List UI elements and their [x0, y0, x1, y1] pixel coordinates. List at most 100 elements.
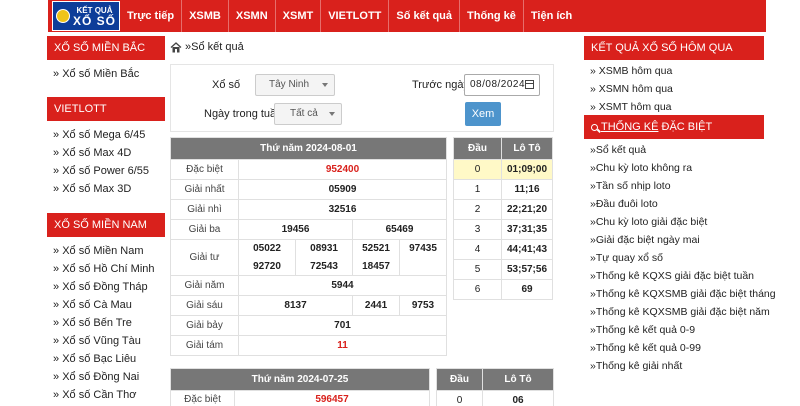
sidebar-item-can-tho[interactable]: Xổ số Cần Thơ [47, 386, 165, 404]
sidebar-item-ca-mau[interactable]: Xổ số Cà Mau [47, 296, 165, 314]
loto-values: 01;09;00 [501, 159, 553, 180]
truoc-ngay-value: 08/08/2024 [470, 79, 526, 90]
sidebar-item-max3d[interactable]: Xổ số Max 3D [47, 180, 165, 198]
sidebar-mien-bac: XỔ SỐ MIỀN BẮC Xổ số Miền Bắc [47, 36, 165, 83]
nav-tien-ich[interactable]: Tiện ích [524, 0, 579, 32]
sidebar-item-tk-db-nam[interactable]: Thống kê KQXSMB giải đặc biệt năm [584, 303, 770, 321]
sidebar-item-ben-tre[interactable]: Xổ số Bến Tre [47, 314, 165, 332]
nav-truc-tiep[interactable]: Trực tiếp [120, 0, 183, 32]
sidebar-item-mega[interactable]: Xổ số Mega 6/45 [47, 126, 165, 144]
sidebar-mien-bac-title: XỔ SỐ MIỀN BẮC [47, 36, 165, 60]
sidebar-item-tk-0-99[interactable]: Thống kê kết quả 0-99 [584, 339, 764, 357]
nav-xsmt[interactable]: XSMT [276, 0, 322, 32]
loto-header-dau: Đầu [453, 137, 502, 160]
loto-values: 44;41;43 [501, 239, 553, 260]
thong-ke-title-part-2: ĐẶC BIỆT [658, 121, 713, 133]
loto-values: 22;21;20 [501, 199, 553, 220]
ngay-trong-tuan-select[interactable]: Tất cả [274, 103, 342, 125]
thong-ke-title-part-1[interactable]: THỐNG KÊ [601, 121, 658, 133]
search-icon [591, 123, 598, 131]
sidebar-item-tk-db-thang[interactable]: Thống kê KQXSMB giải đặc biệt tháng [584, 285, 776, 303]
sidebar-mien-nam-title: XỔ SỐ MIỀN NAM [47, 213, 165, 237]
sidebar-item-power[interactable]: Xổ số Power 6/55 [47, 162, 165, 180]
sidebar-thong-ke: THỐNG KÊ ĐẶC BIỆT Sổ kết quả Chu kỳ loto… [584, 115, 776, 375]
result-table-2-header: Thứ năm 2024-07-25 [170, 368, 430, 391]
sidebar-item-xsmt-hom-qua[interactable]: XSMT hôm qua [584, 98, 764, 116]
sidebar-vietlott-title: VIETLOTT [47, 97, 165, 121]
loto-dau: 0 [453, 159, 502, 180]
prize-value: 05909 [238, 179, 447, 200]
sidebar-item-xsmb-hom-qua[interactable]: XSMB hôm qua [584, 62, 764, 80]
prize-value: 65469 [352, 219, 447, 240]
sidebar-item-so-ket-qua[interactable]: Sổ kết quả [584, 141, 764, 159]
table-row: 2 22;21;20 [453, 199, 553, 220]
xo-so-select[interactable]: Tây Ninh [255, 74, 335, 96]
logo-badge-icon [55, 9, 70, 23]
loto-values: 11;16 [501, 179, 553, 200]
nav-so-ket-qua[interactable]: Số kết quả [389, 0, 461, 32]
chevron-down-icon [329, 112, 335, 116]
prize-label: Giải nhì [170, 199, 239, 220]
prize-value: 52521 [352, 239, 401, 258]
nav-xsmn[interactable]: XSMN [229, 0, 276, 32]
sidebar-vietlott: VIETLOTT Xổ số Mega 6/45 Xổ số Max 4D Xổ… [47, 97, 165, 198]
prize-value: 11 [238, 335, 447, 356]
site-logo[interactable]: KẾT QUẢ XỔ SỐ [52, 1, 120, 31]
table-row: 0 06 [436, 390, 554, 406]
loto-values: 53;57;56 [501, 259, 553, 280]
loto-table-1: Đầu Lô Tô 0 01;09;00 1 11;16 2 22;21;20 … [453, 137, 553, 300]
home-icon[interactable] [170, 41, 182, 53]
sidebar-thong-ke-title: THỐNG KÊ ĐẶC BIỆT [584, 115, 764, 139]
prize-value: 18457 [352, 257, 401, 276]
prize-label: Giải ba [170, 219, 239, 240]
sidebar-item-tk-giai-nhat[interactable]: Thống kê giải nhất [584, 357, 764, 375]
truoc-ngay-date-input[interactable]: 08/08/2024 [464, 74, 540, 96]
sidebar-item-xsmn-hom-qua[interactable]: XSMN hôm qua [584, 80, 764, 98]
prize-label: Giải năm [170, 275, 239, 296]
nav-thong-ke[interactable]: Thống kê [460, 0, 524, 32]
loto-values: 37;31;35 [501, 219, 553, 240]
sidebar-item-bac-lieu[interactable]: Xổ số Bạc Liêu [47, 350, 165, 368]
loto-table-2: Đầu Lô Tô 0 06 [436, 368, 554, 406]
xo-so-label: Xổ số [212, 79, 241, 91]
sidebar-item-max4d[interactable]: Xổ số Max 4D [47, 144, 165, 162]
ngay-trong-tuan-label: Ngày trong tuần [204, 108, 283, 120]
sidebar-item-db-ngay-mai[interactable]: Giải đặc biệt ngày mai [584, 231, 764, 249]
truoc-ngay-label: Trước ngày [412, 79, 469, 91]
logo-line-2: XỔ SỐ [72, 14, 116, 28]
sidebar-item-mien-bac[interactable]: Xổ số Miền Bắc [47, 65, 165, 83]
sidebar-item-hcm[interactable]: Xổ số Hồ Chí Minh [47, 260, 165, 278]
prize-value: 08931 [295, 239, 354, 258]
sidebar-item-dong-nai[interactable]: Xổ số Đồng Nai [47, 368, 165, 386]
table-row: 4 44;41;43 [453, 239, 553, 260]
sidebar-item-chu-ky-db[interactable]: Chu kỳ loto giải đặc biệt [584, 213, 764, 231]
prize-value: 19456 [237, 219, 354, 240]
nav-xsmb[interactable]: XSMB [182, 0, 229, 32]
sidebar-item-tk-0-9[interactable]: Thống kê kết quả 0-9 [584, 321, 764, 339]
sidebar-item-tan-so-nhip[interactable]: Tần số nhịp loto [584, 177, 764, 195]
loto-header-loto: Lô Tô [482, 368, 554, 391]
chevron-down-icon [322, 83, 328, 87]
table-row: 1 11;16 [453, 179, 553, 200]
loto-dau: 2 [453, 199, 502, 220]
prize-label: Đặc biệt [170, 390, 235, 406]
loto-dau: 0 [436, 390, 483, 406]
loto-values: 06 [482, 390, 554, 406]
sidebar-item-mien-nam[interactable]: Xổ số Miền Nam [47, 242, 165, 260]
prize-value: 05022 [237, 239, 297, 258]
prize-value: 8137 [237, 295, 354, 316]
sidebar-item-dong-thap[interactable]: Xổ số Đồng Tháp [47, 278, 165, 296]
prize-value: 72543 [295, 257, 354, 276]
sidebar-item-tu-quay[interactable]: Tự quay xổ số [584, 249, 764, 267]
xem-button[interactable]: Xem [465, 102, 501, 126]
calendar-icon[interactable] [525, 80, 534, 89]
top-nav: KẾT QUẢ XỔ SỐ Trực tiếp XSMB XSMN XSMT V… [48, 0, 766, 32]
sidebar-item-vung-tau[interactable]: Xổ số Vũng Tàu [47, 332, 165, 350]
sidebar-item-tk-db-tuan[interactable]: Thống kê KQXS giải đặc biệt tuần [584, 267, 764, 285]
prize-value: 596457 [234, 390, 430, 406]
sidebar-item-dau-duoi[interactable]: Đầu đuôi loto [584, 195, 764, 213]
prize-value: 5944 [238, 275, 447, 296]
prize-value: 32516 [238, 199, 447, 220]
nav-vietlott[interactable]: VIETLOTT [321, 0, 390, 32]
sidebar-item-chu-ky-loto[interactable]: Chu kỳ loto không ra [584, 159, 764, 177]
